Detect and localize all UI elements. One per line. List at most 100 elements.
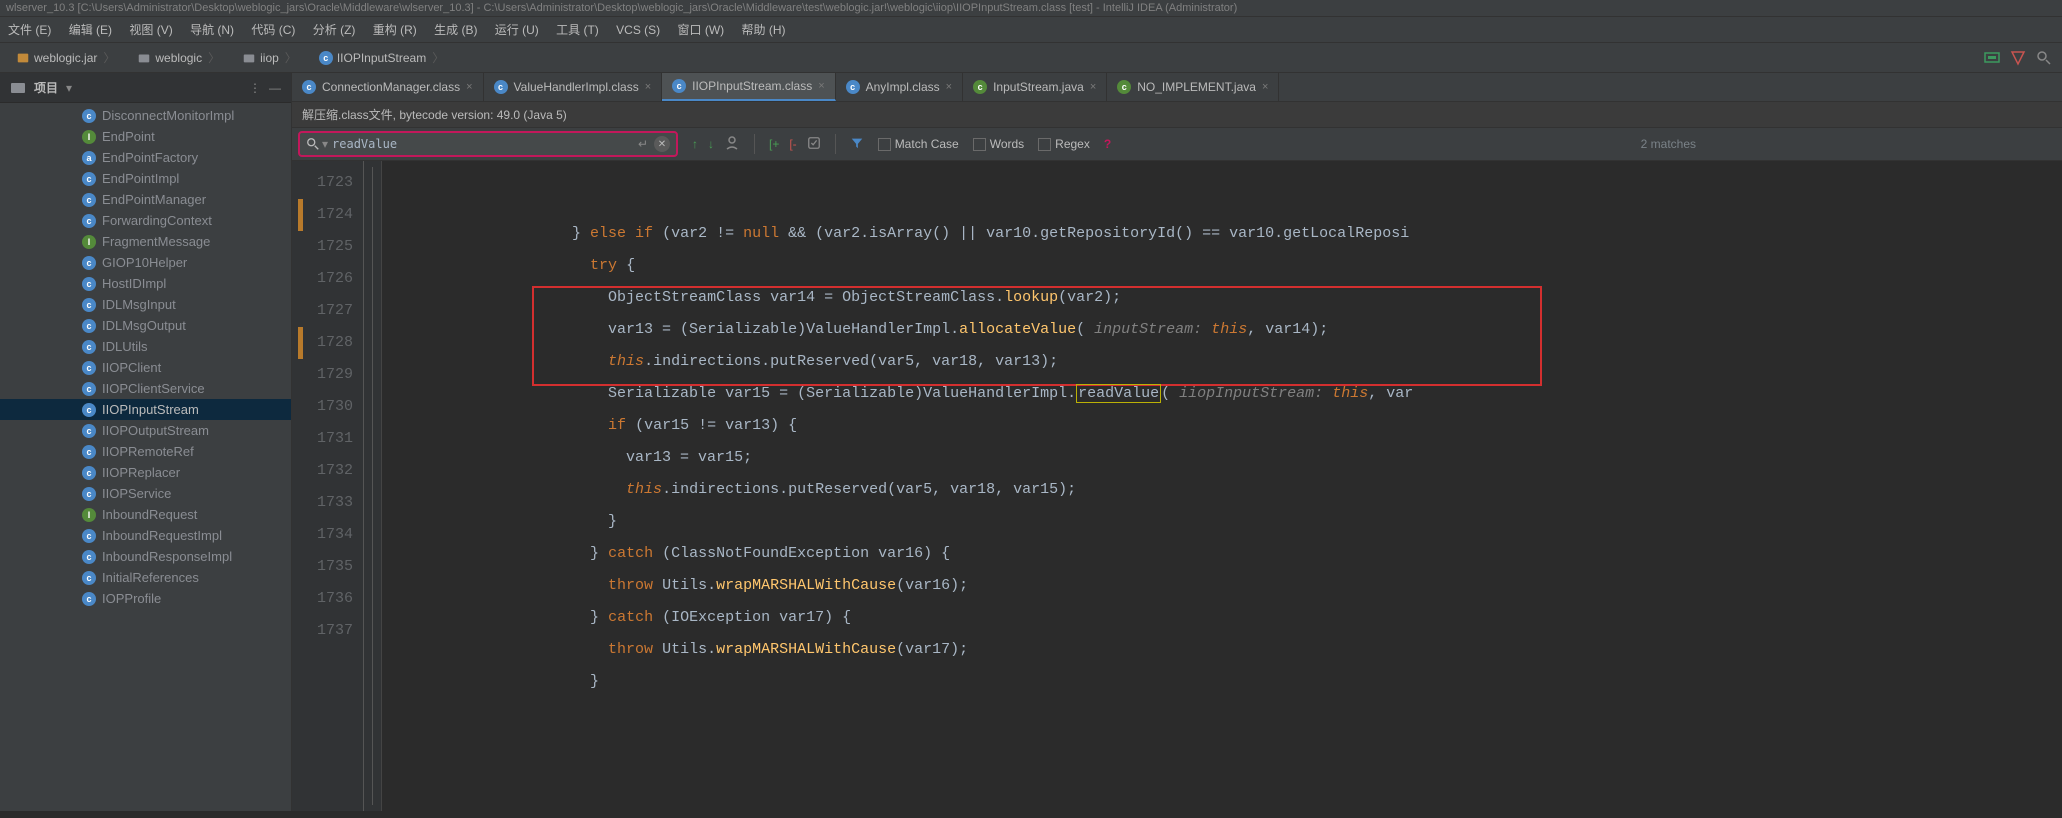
add-selection-icon[interactable]: [+ bbox=[769, 137, 779, 151]
tree-item-IDLUtils[interactable]: cIDLUtils bbox=[0, 336, 291, 357]
line-number: 1732 bbox=[298, 455, 353, 487]
tree-item-InboundResponseImpl[interactable]: cInboundResponseImpl bbox=[0, 546, 291, 567]
sidebar-menu-icon[interactable]: ⋮ bbox=[249, 81, 261, 95]
code-line[interactable]: if (var15 != var13) { bbox=[392, 410, 2062, 442]
tree-item-HostIDImpl[interactable]: cHostIDImpl bbox=[0, 273, 291, 294]
tab-AnyImpl.class[interactable]: cAnyImpl.class× bbox=[836, 73, 963, 101]
code-line[interactable]: this.indirections.putReserved(var5, var1… bbox=[392, 346, 2062, 378]
crumb-class[interactable]: c IIOPInputStream 〉 bbox=[313, 47, 456, 68]
tree-item-GIOP10Helper[interactable]: cGIOP10Helper bbox=[0, 252, 291, 273]
code-line[interactable]: throw Utils.wrapMARSHALWithCause(var16); bbox=[392, 570, 2062, 602]
tree-item-IOPProfile[interactable]: cIOPProfile bbox=[0, 588, 291, 609]
select-occurrences-icon[interactable] bbox=[807, 136, 821, 153]
tab-ConnectionManager.class[interactable]: cConnectionManager.class× bbox=[292, 73, 484, 101]
regex-help-icon[interactable]: ? bbox=[1104, 137, 1111, 151]
code-editor[interactable]: 1723172417251726172717281729173017311732… bbox=[292, 161, 2062, 811]
tree-item-InitialReferences[interactable]: cInitialReferences bbox=[0, 567, 291, 588]
tree-item-IIOPService[interactable]: cIIOPService bbox=[0, 483, 291, 504]
menu-build[interactable]: 生成 (B) bbox=[434, 23, 477, 37]
class-icon: c bbox=[973, 80, 987, 94]
tab-InputStream.java[interactable]: cInputStream.java× bbox=[963, 73, 1107, 101]
close-tab-icon[interactable]: × bbox=[645, 81, 651, 93]
find-input[interactable] bbox=[328, 135, 638, 153]
code-line[interactable]: var13 = var15; bbox=[392, 442, 2062, 474]
search-icon[interactable] bbox=[2036, 50, 2052, 66]
remove-selection-icon[interactable]: [- bbox=[789, 137, 796, 151]
tree-item-InboundRequestImpl[interactable]: cInboundRequestImpl bbox=[0, 525, 291, 546]
menu-file[interactable]: 文件 (E) bbox=[8, 23, 51, 37]
select-all-icon[interactable] bbox=[724, 135, 740, 154]
next-match-icon[interactable]: ↓ bbox=[708, 137, 714, 151]
presentation-icon[interactable] bbox=[1984, 50, 2000, 66]
code-line[interactable]: } bbox=[392, 666, 2062, 698]
tree-item-EndPointImpl[interactable]: cEndPointImpl bbox=[0, 168, 291, 189]
menu-vcs[interactable]: VCS (S) bbox=[616, 23, 660, 37]
tree-item-IDLMsgOutput[interactable]: cIDLMsgOutput bbox=[0, 315, 291, 336]
tree-item-EndPointFactory[interactable]: aEndPointFactory bbox=[0, 147, 291, 168]
close-tab-icon[interactable]: × bbox=[818, 80, 824, 92]
sidebar-collapse-icon[interactable]: — bbox=[269, 81, 281, 95]
menu-window[interactable]: 窗口 (W) bbox=[678, 23, 725, 37]
close-tab-icon[interactable]: × bbox=[946, 81, 952, 93]
menu-nav[interactable]: 导航 (N) bbox=[190, 23, 234, 37]
tree-item-DisconnectMonitorImpl[interactable]: cDisconnectMonitorImpl bbox=[0, 105, 291, 126]
class-icon: c bbox=[82, 340, 96, 354]
decompile-notice: 解压缩.class文件, bytecode version: 49.0 (Jav… bbox=[292, 102, 2062, 128]
menu-help[interactable]: 帮助 (H) bbox=[742, 23, 786, 37]
menu-run[interactable]: 运行 (U) bbox=[495, 23, 539, 37]
menu-edit[interactable]: 编辑 (E) bbox=[69, 23, 112, 37]
tree-item-FragmentMessage[interactable]: IFragmentMessage bbox=[0, 231, 291, 252]
tab-ValueHandlerImpl.class[interactable]: cValueHandlerImpl.class× bbox=[484, 73, 663, 101]
crumb-jar[interactable]: weblogic.jar 〉 bbox=[10, 47, 127, 68]
code-content[interactable]: } else if (var2 != null && (var2.isArray… bbox=[382, 161, 2062, 811]
fold-gutter[interactable] bbox=[364, 161, 382, 811]
menu-tools[interactable]: 工具 (T) bbox=[556, 23, 599, 37]
menu-code[interactable]: 代码 (C) bbox=[251, 23, 295, 37]
tree-item-label: InboundRequestImpl bbox=[102, 528, 222, 543]
match-case-checkbox[interactable]: Match Case bbox=[878, 137, 959, 151]
tree-item-IIOPOutputStream[interactable]: cIIOPOutputStream bbox=[0, 420, 291, 441]
tab-label: NO_IMPLEMENT.java bbox=[1137, 80, 1256, 94]
close-tab-icon[interactable]: × bbox=[466, 81, 472, 93]
menu-analyze[interactable]: 分析 (Z) bbox=[313, 23, 356, 37]
code-line[interactable]: throw Utils.wrapMARSHALWithCause(var17); bbox=[392, 634, 2062, 666]
tree-item-IIOPClientService[interactable]: cIIOPClientService bbox=[0, 378, 291, 399]
code-line[interactable]: ObjectStreamClass var14 = ObjectStreamCl… bbox=[392, 282, 2062, 314]
code-line[interactable]: var13 = (Serializable)ValueHandlerImpl.a… bbox=[392, 314, 2062, 346]
code-line[interactable]: try { bbox=[392, 250, 2062, 282]
tab-NO_IMPLEMENT.java[interactable]: cNO_IMPLEMENT.java× bbox=[1107, 73, 1279, 101]
tree-item-IIOPInputStream[interactable]: cIIOPInputStream bbox=[0, 399, 291, 420]
words-checkbox[interactable]: Words bbox=[973, 137, 1024, 151]
crumb-pkg1[interactable]: weblogic 〉 bbox=[131, 47, 232, 68]
tree-item-IIOPReplacer[interactable]: cIIOPReplacer bbox=[0, 462, 291, 483]
close-tab-icon[interactable]: × bbox=[1090, 81, 1096, 93]
code-line[interactable]: } else if (var2 != null && (var2.isArray… bbox=[392, 218, 2062, 250]
filter-icon[interactable] bbox=[850, 136, 864, 153]
crumb-pkg2[interactable]: iiop 〉 bbox=[236, 47, 309, 68]
project-tree[interactable]: cDisconnectMonitorImplIEndPointaEndPoint… bbox=[0, 103, 291, 611]
close-tab-icon[interactable]: × bbox=[1262, 81, 1268, 93]
menu-refactor[interactable]: 重构 (R) bbox=[373, 23, 417, 37]
tree-item-IIOPClient[interactable]: cIIOPClient bbox=[0, 357, 291, 378]
tree-item-EndPointManager[interactable]: cEndPointManager bbox=[0, 189, 291, 210]
class-icon: c bbox=[82, 403, 96, 417]
class-icon: c bbox=[672, 79, 686, 93]
code-line[interactable]: Serializable var15 = (Serializable)Value… bbox=[392, 378, 2062, 410]
tree-item-InboundRequest[interactable]: IInboundRequest bbox=[0, 504, 291, 525]
regex-checkbox[interactable]: Regex bbox=[1038, 137, 1090, 151]
code-line[interactable]: } catch (ClassNotFoundException var16) { bbox=[392, 538, 2062, 570]
tree-item-ForwardingContext[interactable]: cForwardingContext bbox=[0, 210, 291, 231]
code-line[interactable]: this.indirections.putReserved(var5, var1… bbox=[392, 474, 2062, 506]
prev-match-icon[interactable]: ↑ bbox=[692, 137, 698, 151]
clear-search-icon[interactable]: ✕ bbox=[654, 136, 670, 152]
tab-IIOPInputStream.class[interactable]: cIIOPInputStream.class× bbox=[662, 73, 835, 101]
database-icon[interactable] bbox=[2010, 50, 2026, 66]
tree-item-EndPoint[interactable]: IEndPoint bbox=[0, 126, 291, 147]
find-bar: ▾ ↵ ✕ ↑ ↓ [+ [- bbox=[292, 128, 2062, 161]
tree-item-IIOPRemoteRef[interactable]: cIIOPRemoteRef bbox=[0, 441, 291, 462]
menu-view[interactable]: 视图 (V) bbox=[129, 23, 172, 37]
code-line[interactable]: } catch (IOException var17) { bbox=[392, 602, 2062, 634]
line-number: 1730 bbox=[298, 391, 353, 423]
code-line[interactable]: } bbox=[392, 506, 2062, 538]
tree-item-IDLMsgInput[interactable]: cIDLMsgInput bbox=[0, 294, 291, 315]
